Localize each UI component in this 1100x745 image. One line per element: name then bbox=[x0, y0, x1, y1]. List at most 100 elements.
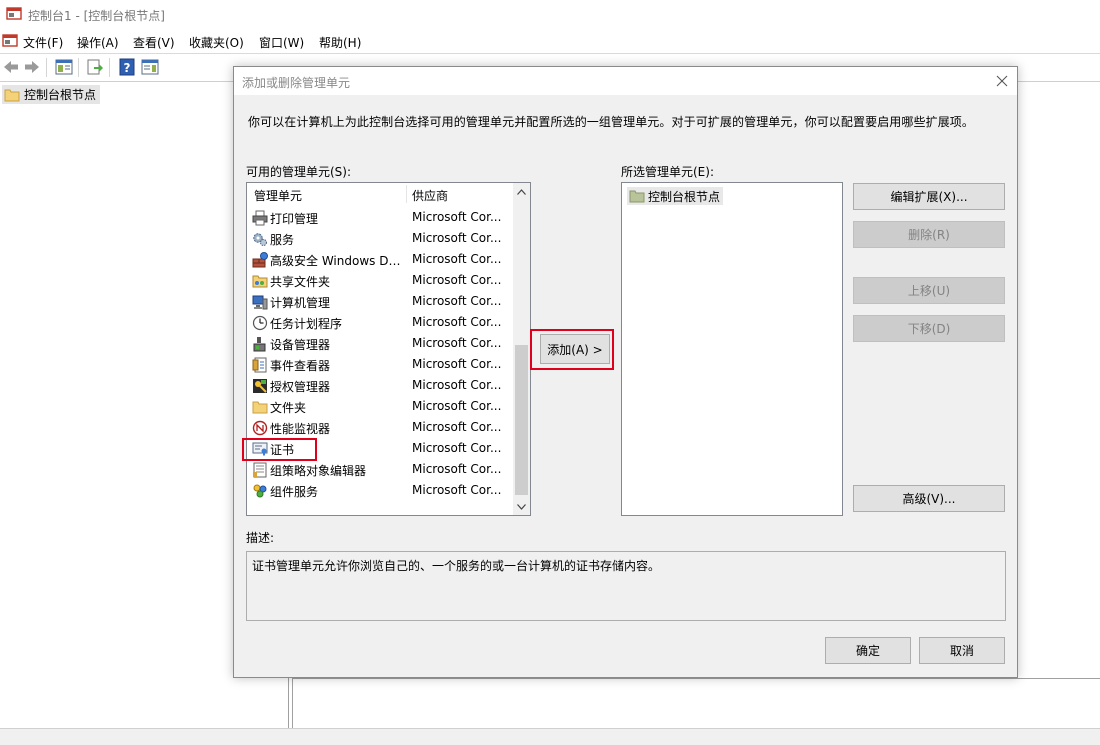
remove-button[interactable]: 删除(R) bbox=[853, 221, 1005, 248]
menu-action[interactable]: 操作(A) bbox=[77, 34, 119, 51]
printer-icon bbox=[252, 210, 268, 226]
dialog-titlebar: 添加或删除管理单元 bbox=[234, 67, 1017, 95]
snapin-name: 组件服务 bbox=[270, 485, 319, 499]
add-remove-snapins-dialog: 添加或删除管理单元 你可以在计算机上为此控制台选择可用的管理单元并配置所选的一组… bbox=[233, 66, 1018, 678]
list-header: 管理单元 供应商 bbox=[247, 183, 513, 205]
help-icon[interactable]: ? bbox=[118, 58, 136, 76]
policy-editor-icon bbox=[253, 462, 267, 478]
available-snapins-list[interactable]: 管理单元 供应商 打印管理 Microsoft Cor... 服务 Micros… bbox=[246, 182, 531, 516]
snapin-vendor: Microsoft Cor... bbox=[412, 315, 502, 329]
menu-window[interactable]: 窗口(W) bbox=[259, 34, 304, 51]
back-arrow-icon[interactable] bbox=[2, 58, 20, 76]
chevron-up-icon bbox=[517, 188, 526, 195]
move-down-button[interactable]: 下移(D) bbox=[853, 315, 1005, 342]
snapin-row[interactable]: 组件服务 Microsoft Cor... bbox=[247, 480, 513, 501]
snapin-vendor: Microsoft Cor... bbox=[412, 252, 502, 266]
snapin-row[interactable]: 设备管理器 Microsoft Cor... bbox=[247, 333, 513, 354]
export-list-icon[interactable] bbox=[86, 58, 104, 76]
snapin-row[interactable]: 打印管理 Microsoft Cor... bbox=[247, 207, 513, 228]
snapin-row[interactable]: 事件查看器 Microsoft Cor... bbox=[247, 354, 513, 375]
snapin-vendor: Microsoft Cor... bbox=[412, 336, 502, 350]
mmc-system-menu-icon[interactable] bbox=[2, 33, 18, 49]
snapin-name: 任务计划程序 bbox=[270, 317, 343, 331]
performance-monitor-icon bbox=[252, 420, 268, 436]
console-result-pane bbox=[292, 678, 1100, 728]
snapin-name: 组策略对象编辑器 bbox=[270, 464, 367, 478]
tree-root-label: 控制台根节点 bbox=[24, 88, 97, 102]
snapin-vendor: Microsoft Cor... bbox=[412, 210, 502, 224]
snapin-row[interactable]: 文件夹 Microsoft Cor... bbox=[247, 396, 513, 417]
snapin-name: 打印管理 bbox=[270, 212, 319, 226]
snapin-vendor: Microsoft Cor... bbox=[412, 231, 502, 245]
snapin-name: 服务 bbox=[270, 233, 295, 247]
show-action-pane-icon[interactable] bbox=[141, 58, 159, 76]
snapin-row[interactable]: 性能监视器 Microsoft Cor... bbox=[247, 417, 513, 438]
snapin-name: 事件查看器 bbox=[270, 359, 331, 373]
snapin-row[interactable]: 计算机管理 Microsoft Cor... bbox=[247, 291, 513, 312]
svg-text:?: ? bbox=[124, 61, 131, 75]
selected-snapins-list[interactable]: 控制台根节点 bbox=[621, 182, 843, 516]
snapin-vendor: Microsoft Cor... bbox=[412, 273, 502, 287]
snapin-vendor: Microsoft Cor... bbox=[412, 378, 502, 392]
snapin-vendor: Microsoft Cor... bbox=[412, 462, 502, 476]
snapin-row[interactable]: 授权管理器 Microsoft Cor... bbox=[247, 375, 513, 396]
advanced-button[interactable]: 高级(V)... bbox=[853, 485, 1005, 512]
close-icon[interactable] bbox=[994, 73, 1010, 89]
selected-snapins-label: 所选管理单元(E): bbox=[621, 165, 714, 179]
snapin-name: 设备管理器 bbox=[270, 338, 331, 352]
menu-help[interactable]: 帮助(H) bbox=[319, 34, 361, 51]
show-hide-tree-icon[interactable] bbox=[55, 58, 73, 76]
cancel-button[interactable]: 取消 bbox=[919, 637, 1005, 664]
snapin-name: 授权管理器 bbox=[270, 380, 331, 394]
snapin-vendor: Microsoft Cor... bbox=[412, 483, 502, 497]
description-box: 证书管理单元允许你浏览自己的、一个服务的或一台计算机的证书存储内容。 bbox=[246, 551, 1006, 621]
vertical-scrollbar[interactable] bbox=[513, 183, 530, 515]
snapin-name: 计算机管理 bbox=[270, 296, 331, 310]
forward-arrow-icon[interactable] bbox=[23, 58, 41, 76]
description-text: 证书管理单元允许你浏览自己的、一个服务的或一台计算机的证书存储内容。 bbox=[252, 559, 661, 573]
add-button[interactable]: 添加(A) > bbox=[540, 334, 610, 364]
window-title: 控制台1 - [控制台根节点] bbox=[28, 9, 165, 23]
component-services-icon bbox=[253, 484, 267, 498]
snapin-row[interactable]: 高级安全 Windows De... Microsoft Cor... bbox=[247, 249, 513, 270]
status-bar bbox=[0, 728, 1100, 745]
snapin-vendor: Microsoft Cor... bbox=[412, 357, 502, 371]
gears-icon bbox=[253, 233, 267, 246]
available-snapins-label: 可用的管理单元(S): bbox=[246, 165, 352, 179]
folder-icon bbox=[252, 401, 268, 414]
folder-icon bbox=[629, 190, 645, 203]
edit-extensions-button[interactable]: 编辑扩展(X)... bbox=[853, 183, 1005, 210]
move-up-button[interactable]: 上移(U) bbox=[853, 277, 1005, 304]
snapin-row[interactable]: 任务计划程序 Microsoft Cor... bbox=[247, 312, 513, 333]
description-label: 描述: bbox=[246, 531, 275, 545]
column-separator[interactable] bbox=[406, 185, 407, 203]
column-header-vendor[interactable]: 供应商 bbox=[412, 187, 448, 204]
snapin-row[interactable]: 服务 Microsoft Cor... bbox=[247, 228, 513, 249]
scroll-up-button[interactable] bbox=[513, 183, 530, 200]
event-viewer-icon bbox=[252, 357, 267, 373]
toolbar-separator bbox=[109, 58, 110, 77]
dialog-title: 添加或删除管理单元 bbox=[242, 76, 351, 90]
certificate-highlight-box bbox=[242, 438, 317, 461]
snapin-name: 文件夹 bbox=[270, 401, 307, 415]
snapin-row[interactable]: 组策略对象编辑器 Microsoft Cor... bbox=[247, 459, 513, 480]
column-header-name[interactable]: 管理单元 bbox=[254, 187, 302, 204]
tree-root-node[interactable]: 控制台根节点 bbox=[2, 85, 101, 104]
menu-file[interactable]: 文件(F) bbox=[23, 34, 63, 51]
selected-snapin-label: 控制台根节点 bbox=[648, 189, 721, 204]
toolbar-separator bbox=[46, 58, 47, 77]
scrollbar-thumb[interactable] bbox=[515, 345, 528, 495]
snapin-row[interactable]: 共享文件夹 Microsoft Cor... bbox=[247, 270, 513, 291]
shared-folder-icon bbox=[252, 275, 268, 288]
selected-snapin-item[interactable]: 控制台根节点 bbox=[627, 187, 724, 205]
clock-icon bbox=[252, 315, 268, 331]
scroll-down-button[interactable] bbox=[513, 498, 530, 515]
computer-management-icon bbox=[252, 295, 268, 310]
snapin-vendor: Microsoft Cor... bbox=[412, 441, 502, 455]
folder-icon bbox=[4, 89, 20, 101]
snapin-vendor: Microsoft Cor... bbox=[412, 294, 502, 308]
ok-button[interactable]: 确定 bbox=[825, 637, 911, 664]
device-manager-icon bbox=[253, 337, 266, 352]
menu-favorites[interactable]: 收藏夹(O) bbox=[189, 34, 244, 51]
menu-view[interactable]: 查看(V) bbox=[133, 34, 175, 51]
